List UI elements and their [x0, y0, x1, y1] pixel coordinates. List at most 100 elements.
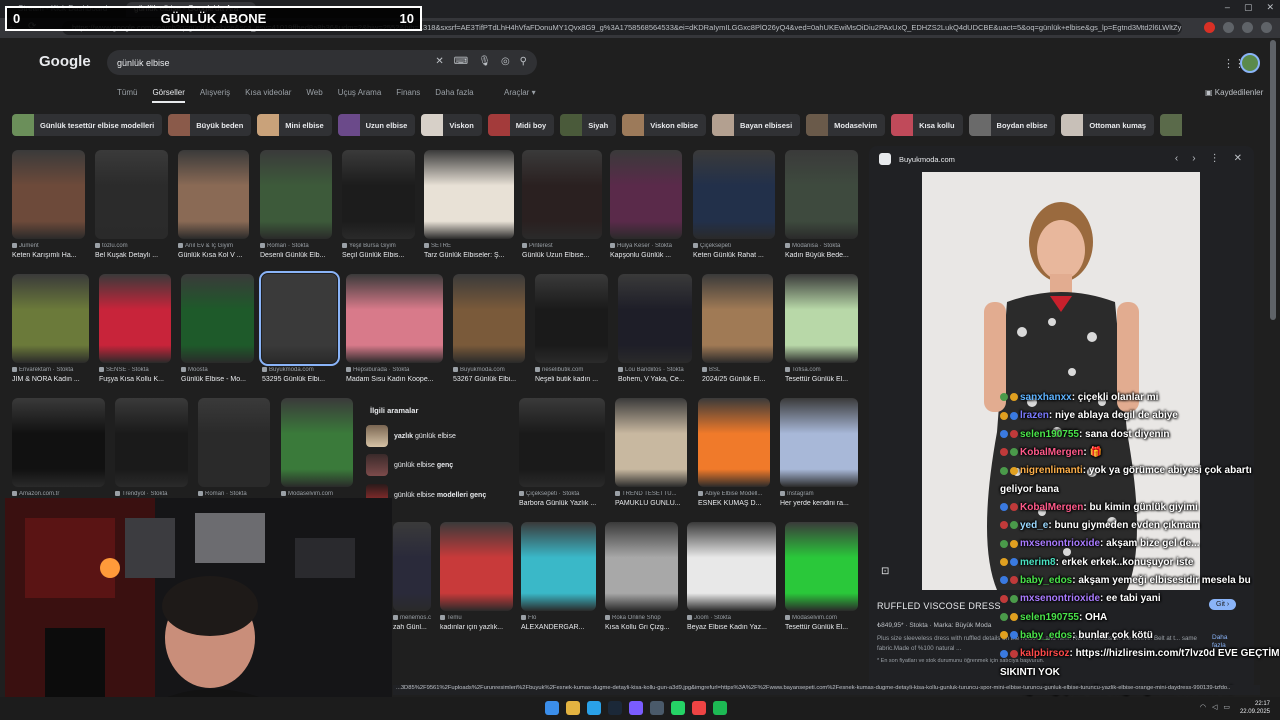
result-thumbnail[interactable]	[519, 398, 605, 487]
image-result[interactable]: Abiye Elbise Modell... ESNEK KUMAŞ D...	[698, 398, 770, 511]
image-result[interactable]: Amazon.com.tr	[12, 398, 105, 511]
image-result[interactable]: Temu kadınlar için yazlık...	[440, 522, 513, 635]
result-title[interactable]: Tesettür Günlük El...	[785, 376, 858, 383]
tab-shopping[interactable]: Alışveriş	[200, 88, 230, 103]
result-source[interactable]: BSL	[702, 367, 773, 373]
chat-username[interactable]: baby_edos	[1020, 630, 1072, 641]
image-result[interactable]: Joom · Stokta Beyaz Elbise Kadın Yaz...	[687, 522, 776, 635]
close-window-icon[interactable]: ✕	[1266, 2, 1274, 13]
result-source[interactable]: SETRE	[424, 243, 514, 249]
result-thumbnail[interactable]	[12, 150, 85, 239]
result-source[interactable]: Joom · Stokta	[687, 615, 776, 621]
result-title[interactable]: Kısa Kollu Gri Çizg...	[605, 624, 678, 631]
result-thumbnail[interactable]	[393, 522, 431, 611]
lens-search-icon[interactable]: ⊡	[881, 566, 889, 577]
lens-icon[interactable]: ◎	[501, 56, 510, 67]
result-thumbnail[interactable]	[522, 150, 602, 239]
result-source[interactable]: Jument	[12, 243, 85, 249]
result-title[interactable]: Her yerde kendini ra...	[780, 500, 858, 507]
result-title[interactable]: JIM & NORA Kadın ...	[12, 376, 89, 383]
result-source[interactable]: Roka Online Shop	[605, 615, 678, 621]
result-title[interactable]: Keten Karışımlı Ha...	[12, 252, 85, 259]
image-result[interactable]: Buyukmoda.com 53267 Günlük Elbi...	[453, 274, 525, 387]
result-thumbnail[interactable]	[99, 274, 171, 363]
spotify-icon[interactable]	[713, 701, 727, 715]
result-thumbnail[interactable]	[281, 398, 353, 487]
filter-chip[interactable]: Midi boy	[487, 114, 555, 136]
result-source[interactable]: Abiye Elbise Modell...	[698, 491, 770, 497]
chat-username[interactable]: selen190755	[1020, 429, 1079, 440]
related-item[interactable]: günlük elbise genç	[366, 453, 508, 477]
image-result[interactable]: Modanisa · Stokta Kadın Büyük Bede...	[785, 150, 858, 263]
result-title[interactable]: Barbora Günlük Yazlık ...	[519, 500, 605, 507]
result-title[interactable]: Tarz Günlük Elbiseler: Ş...	[424, 252, 514, 259]
image-result[interactable]: Jument Keten Karışımlı Ha...	[12, 150, 85, 263]
result-thumbnail[interactable]	[610, 150, 682, 239]
image-result[interactable]: tozlu.com Bel Kuşak Detaylı ...	[95, 150, 168, 263]
minimize-icon[interactable]: –	[1225, 2, 1230, 13]
chat-username[interactable]: mxsenontrioxide	[1020, 593, 1100, 604]
result-title[interactable]: PAMUKLU GÜNLÜ...	[615, 500, 687, 507]
result-title[interactable]: Kapşonlu Günlük ...	[610, 252, 682, 259]
result-source[interactable]: neselibutik.com	[535, 367, 608, 373]
chat-username[interactable]: selen190755	[1020, 612, 1079, 623]
chat-username[interactable]: nigrenlimanti	[1020, 465, 1083, 476]
result-thumbnail[interactable]	[440, 522, 513, 611]
microphone-icon[interactable]: 🎙	[478, 56, 491, 67]
discord-icon[interactable]	[629, 701, 643, 715]
result-title[interactable]: Neşeli butik kadın ...	[535, 376, 608, 383]
result-title[interactable]: Kadın Büyük Bede...	[785, 252, 858, 259]
filter-chip[interactable]: Günlük tesettür elbise modelleri	[12, 114, 163, 136]
result-thumbnail[interactable]	[785, 150, 858, 239]
more-options-icon[interactable]: ⋮	[1210, 153, 1220, 164]
result-title[interactable]: Günlük Elbise - Mo...	[181, 376, 254, 383]
result-title[interactable]: 53267 Günlük Elbi...	[453, 376, 525, 383]
result-source[interactable]: Amazon.com.tr	[12, 491, 105, 497]
result-title[interactable]: Günlük Kısa Kol V ...	[178, 252, 249, 259]
result-source[interactable]: Tofisa.com	[785, 367, 858, 373]
result-title[interactable]: ESNEK KUMAŞ D...	[698, 500, 770, 507]
image-result[interactable]: Flo ALEXANDERGAR...	[521, 522, 596, 635]
image-result[interactable]: SETRE Tarz Günlük Elbiseler: Ş...	[424, 150, 514, 263]
filter-chip[interactable]: Büyük beden	[168, 114, 252, 136]
profile-icon[interactable]	[1242, 22, 1253, 33]
chrome-icon[interactable]	[692, 701, 706, 715]
filter-chip[interactable]: Viskon	[421, 114, 482, 136]
google-logo[interactable]: Google	[39, 53, 91, 70]
chat-username[interactable]: baby_edos	[1020, 575, 1072, 586]
result-thumbnail[interactable]	[535, 274, 608, 363]
tab-short-videos[interactable]: Kısa videolar	[245, 88, 291, 103]
image-result[interactable]: Roka Online Shop Kısa Kollu Gri Çizg...	[605, 522, 678, 635]
result-thumbnail[interactable]	[198, 398, 270, 487]
result-title[interactable]: Keten Günlük Rahat ...	[693, 252, 775, 259]
extension-icon[interactable]	[1223, 22, 1234, 33]
related-item[interactable]: yazlık günlük elbise	[366, 424, 508, 448]
extension-icon[interactable]	[1204, 22, 1215, 33]
menu-icon[interactable]	[1261, 22, 1272, 33]
filter-chip[interactable]: Ottoman kumaş	[1061, 114, 1155, 136]
filter-chip[interactable]: Kısa kollu	[891, 114, 963, 136]
result-thumbnail[interactable]	[521, 522, 596, 611]
result-thumbnail[interactable]	[615, 398, 687, 487]
result-thumbnail[interactable]	[95, 150, 168, 239]
previous-icon[interactable]: ‹	[1175, 153, 1178, 164]
battery-icon[interactable]: ▭	[1223, 703, 1230, 711]
filter-chip[interactable]: Boydan elbise	[968, 114, 1056, 136]
whatsapp-icon[interactable]	[671, 701, 685, 715]
result-source[interactable]: Envarektam · Stokta	[12, 367, 89, 373]
result-source[interactable]: Modaselvim.com	[281, 491, 353, 497]
result-source[interactable]: Modanisa · Stokta	[785, 243, 858, 249]
result-thumbnail[interactable]	[342, 150, 415, 239]
result-source[interactable]: Buyukmoda.com	[262, 367, 337, 373]
filter-chip[interactable]: Bayan elbisesi	[712, 114, 801, 136]
result-title[interactable]: Bel Kuşak Detaylı ...	[95, 252, 168, 259]
result-thumbnail[interactable]	[693, 150, 775, 239]
result-thumbnail[interactable]	[453, 274, 525, 363]
next-icon[interactable]: ›	[1192, 153, 1195, 164]
result-title[interactable]: 53295 Günlük Elbi...	[262, 376, 337, 383]
result-source[interactable]: Temu	[440, 615, 513, 621]
result-thumbnail[interactable]	[785, 274, 858, 363]
tab-all[interactable]: Tümü	[117, 88, 137, 103]
image-result[interactable]: Roman · Stokta Desenli Günlük Elb...	[260, 150, 332, 263]
result-thumbnail[interactable]	[260, 150, 332, 239]
